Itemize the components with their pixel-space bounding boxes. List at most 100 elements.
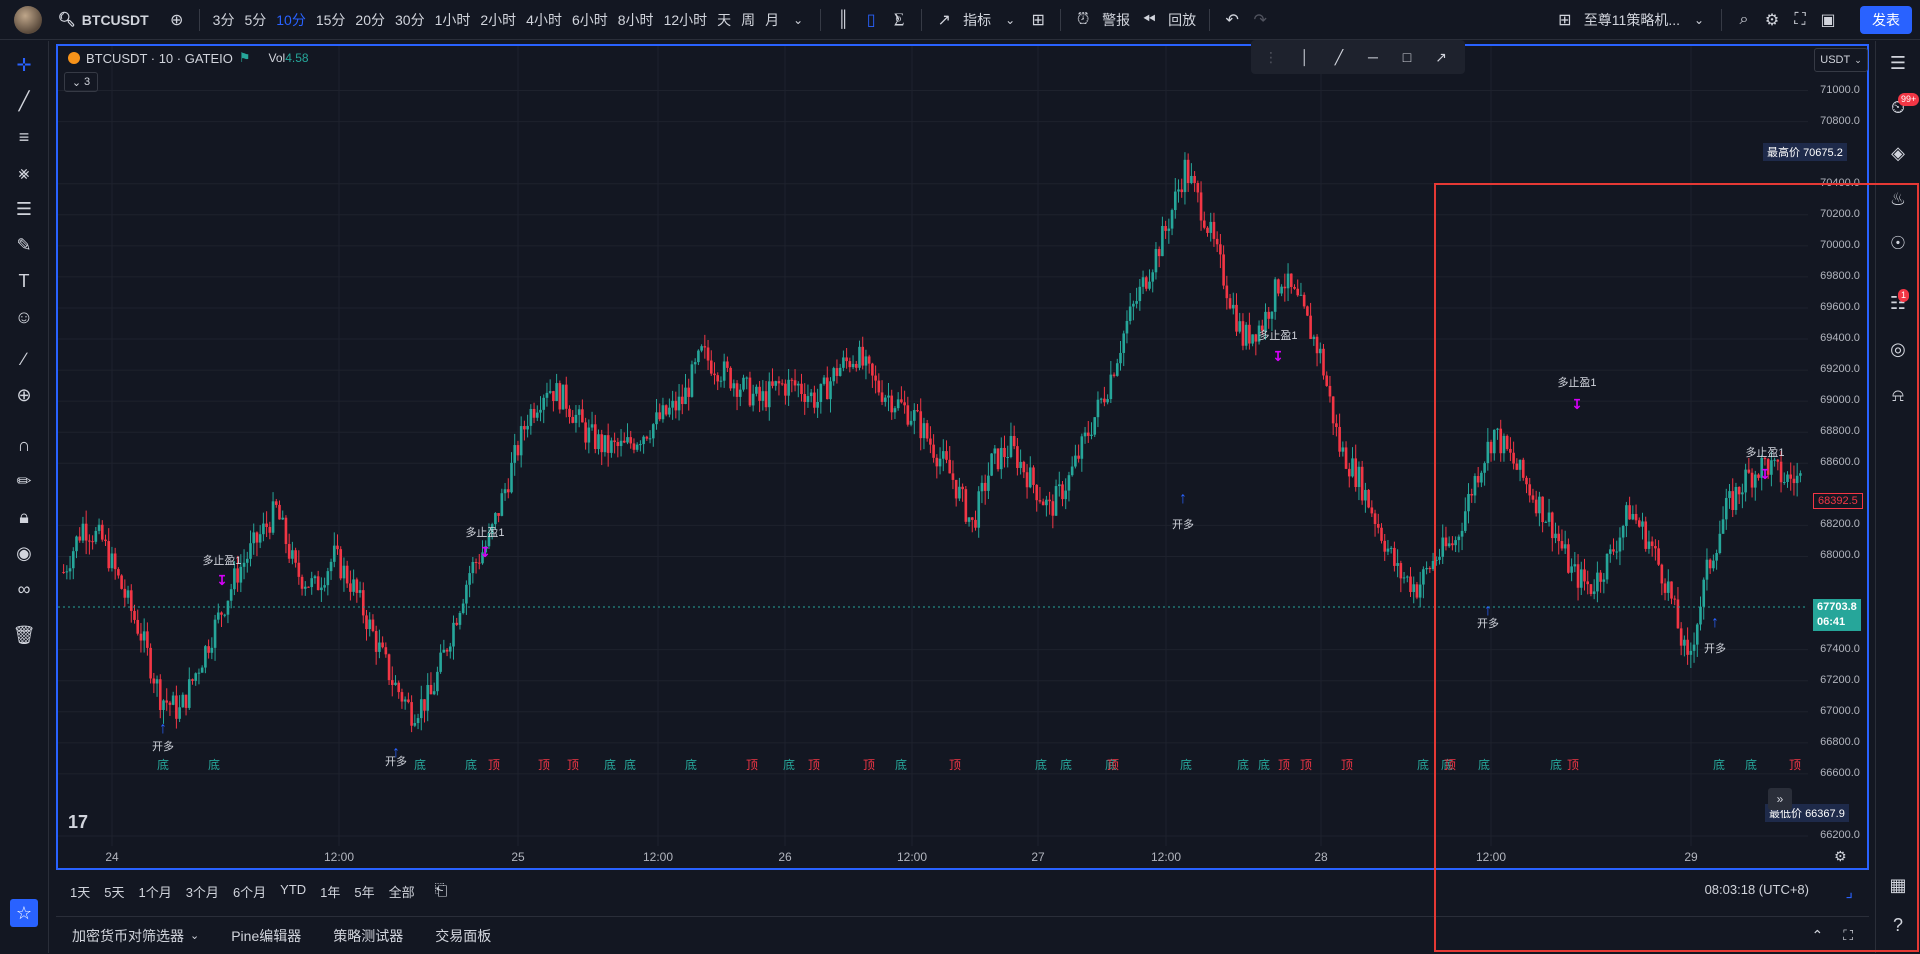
interval-2[interactable]: 10分 [271, 10, 311, 30]
avatar[interactable] [14, 5, 42, 34]
goto-date-icon[interactable]: ⎗ [435, 882, 448, 900]
tab-trading-panel[interactable]: 交易面板 [435, 926, 491, 946]
range-2[interactable]: 1个月 [138, 882, 171, 901]
candle-body [300, 576, 304, 589]
layout-grid-icon[interactable]: ⊞ [1551, 6, 1579, 34]
emoji-icon[interactable]: ☺ [10, 303, 38, 331]
candle-chart-type-icon[interactable]: ▯ [857, 6, 885, 34]
candle-body [210, 647, 214, 653]
interval-11[interactable]: 12小时 [659, 10, 713, 30]
trend-line-icon[interactable]: ╱ [10, 87, 38, 115]
trash-icon[interactable]: 🗑︎ [10, 621, 38, 649]
help-icon[interactable]: ? [1884, 911, 1912, 939]
redo-icon[interactable]: ↷ [1246, 6, 1274, 34]
alert-icon[interactable]: ⏰︎ [1069, 6, 1097, 34]
axis-settings-icon[interactable]: ⚙︎ [1834, 848, 1847, 865]
pattern-icon[interactable]: ⨳ [10, 159, 38, 187]
camera-icon[interactable]: ▣ [1814, 6, 1842, 34]
scroll-right-button[interactable]: » [1768, 788, 1792, 810]
bottom-mark: 底 [1417, 758, 1430, 772]
layout-name[interactable]: 至尊11策略机... [1579, 10, 1685, 30]
drag-handle-icon[interactable]: ⋮ [1261, 49, 1281, 66]
ruler-icon[interactable]: ∕ [10, 345, 38, 373]
settings-icon[interactable]: ⚙︎ [1758, 6, 1786, 34]
interval-1[interactable]: 5分 [239, 10, 271, 30]
compare-add-icon[interactable]: ⊕ [163, 6, 191, 34]
horizontal-lines-icon[interactable]: ≡ [10, 123, 38, 151]
fullscreen-icon[interactable]: ⛶ [1786, 6, 1814, 34]
range-1[interactable]: 5天 [104, 882, 124, 901]
fib-icon[interactable]: ☰ [10, 195, 38, 223]
alert-button[interactable]: 警报 [1097, 10, 1135, 30]
range-7[interactable]: 5年 [354, 882, 374, 901]
interval-9[interactable]: 6小时 [567, 10, 613, 30]
horizontal-ray-icon[interactable]: ─ [1363, 49, 1383, 65]
hot-fire-icon[interactable]: ♨︎ [1884, 185, 1912, 213]
trend-line-icon[interactable]: ╱ [1329, 49, 1349, 66]
interval-7[interactable]: 2小时 [475, 10, 521, 30]
tab-pine-editor[interactable]: Pine编辑器 [231, 926, 301, 946]
favorites-star-icon[interactable]: ☆ [10, 899, 38, 927]
lock-icon[interactable]: 🔒︎ [10, 503, 38, 531]
ideas-bulb-icon[interactable]: ☉ [1884, 229, 1912, 257]
streams-icon[interactable]: ◎ [1884, 335, 1912, 363]
interval-8[interactable]: 4小时 [521, 10, 567, 30]
collapse-panel-icon[interactable]: ⌃ [1811, 927, 1823, 944]
interval-6[interactable]: 1小时 [430, 10, 476, 30]
calendar-icon[interactable]: ▦ [1884, 871, 1912, 899]
interval-14[interactable]: 月 [760, 10, 784, 30]
zoom-icon[interactable]: ⊕ [10, 381, 38, 409]
eye-icon[interactable]: ◉ [10, 539, 38, 567]
magnet-icon[interactable]: ∩ [10, 431, 38, 459]
range-6[interactable]: 1年 [320, 882, 340, 901]
extended-line-icon[interactable]: ↗ [1431, 49, 1451, 66]
candlestick-chart[interactable] [58, 46, 1808, 846]
interval-12[interactable]: 天 [712, 10, 736, 30]
indicators-button[interactable]: 指标 [958, 10, 996, 30]
interval-5[interactable]: 30分 [390, 10, 430, 30]
currency-selector[interactable]: USDT ⌄ [1814, 48, 1868, 72]
interval-10[interactable]: 8小时 [613, 10, 659, 30]
templates-icon[interactable]: ⊞ [1024, 6, 1052, 34]
watchlist-icon[interactable]: ☰ [1884, 49, 1912, 77]
brush-icon[interactable]: ✎ [10, 231, 38, 259]
interval-13[interactable]: 周 [736, 10, 760, 30]
interval-4[interactable]: 20分 [350, 10, 390, 30]
crosshair-icon[interactable]: ✛ [10, 51, 38, 79]
clock[interactable]: 08:03:18 (UTC+8) [1705, 882, 1809, 897]
legend-title[interactable]: BTCUSDT · 10 · GATEIO [86, 51, 233, 66]
chevron-down-icon[interactable]: ⌄ [1685, 6, 1713, 34]
indicator-collapse-button[interactable]: ⌄ 3 [64, 72, 98, 92]
publish-button[interactable]: 发表 [1860, 6, 1912, 34]
range-5[interactable]: YTD [280, 882, 306, 901]
replay-button[interactable]: 回放 [1163, 10, 1201, 30]
tab-crypto-screener[interactable]: 加密货币对筛选器 ⌄ [72, 926, 199, 946]
indicators-icon[interactable]: ↗ [930, 6, 958, 34]
range-4[interactable]: 6个月 [233, 882, 266, 901]
replay-icon[interactable]: ⏪︎ [1135, 6, 1163, 34]
line-chart-type-icon[interactable]: ⨊ [885, 6, 913, 34]
maximize-panel-icon[interactable]: ⛶ [1843, 927, 1853, 944]
candle-body [854, 363, 858, 368]
bell-icon[interactable]: ⍾ [1884, 381, 1912, 409]
range-3[interactable]: 3个月 [186, 882, 219, 901]
candle-body [919, 411, 923, 439]
stay-drawing-icon[interactable]: ✏ [10, 467, 38, 495]
quick-search-icon[interactable]: ⌕ [1730, 6, 1758, 34]
chevron-down-icon[interactable]: ⌄ [784, 6, 812, 34]
vertical-line-icon[interactable]: │ [1295, 49, 1315, 65]
scale-toggle-icon[interactable]: ⌟ [1846, 882, 1854, 902]
undo-icon[interactable]: ↶ [1218, 6, 1246, 34]
interval-0[interactable]: 3分 [208, 10, 240, 30]
bar-chart-type-icon[interactable]: ║ [829, 6, 857, 34]
link-icon[interactable]: ∞ [10, 575, 38, 603]
range-0[interactable]: 1天 [70, 882, 90, 901]
interval-3[interactable]: 15分 [311, 10, 351, 30]
symbol-search[interactable]: 🔍︎ BTCUSDT [58, 11, 149, 28]
range-8[interactable]: 全部 [389, 882, 415, 901]
rectangle-icon[interactable]: □ [1397, 49, 1417, 65]
chevron-down-icon[interactable]: ⌄ [996, 6, 1024, 34]
text-icon[interactable]: T [10, 267, 38, 295]
layers-icon[interactable]: ◈ [1884, 139, 1912, 167]
tab-strategy-tester[interactable]: 策略测试器 [333, 926, 403, 946]
